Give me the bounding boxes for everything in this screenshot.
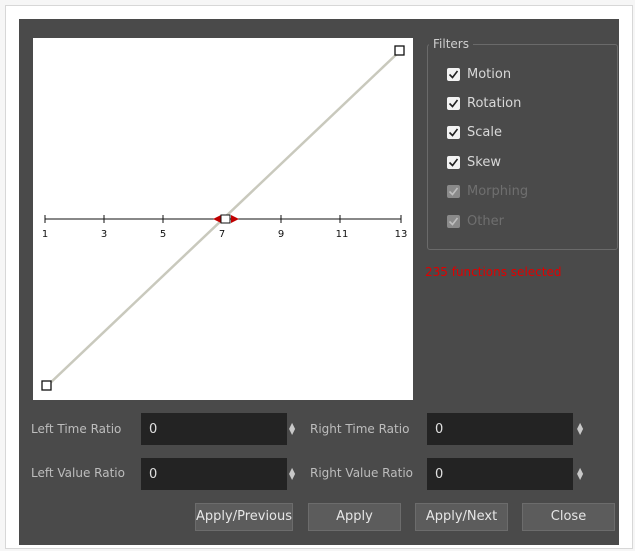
filter-label-morphing: Morphing xyxy=(467,184,529,199)
checkbox-skew[interactable] xyxy=(447,156,460,169)
left-ease-handle[interactable] xyxy=(213,215,221,223)
checkbox-motion[interactable] xyxy=(447,68,460,81)
checkbox-morphing xyxy=(447,185,460,198)
left-value-ratio-spinner-icon[interactable]: ▲ ▼ xyxy=(289,467,295,481)
ease-curve-svg: 1 3 5 7 9 11 13 xyxy=(41,45,408,391)
check-icon xyxy=(448,99,459,108)
right-time-ratio-label: Right Time Ratio xyxy=(310,422,410,436)
right-value-ratio-spinner-icon[interactable]: ▲ ▼ xyxy=(577,467,583,481)
filter-label-skew: Skew xyxy=(467,155,501,170)
filter-label-other: Other xyxy=(467,214,504,229)
current-frame-keyframe[interactable] xyxy=(220,214,231,224)
check-icon xyxy=(448,158,459,167)
close-button[interactable]: Close xyxy=(522,503,615,531)
left-value-ratio-input[interactable] xyxy=(141,458,287,490)
right-ease-handle[interactable] xyxy=(231,215,239,223)
axis-tick-label: 7 xyxy=(219,229,225,240)
right-value-ratio-label: Right Value Ratio xyxy=(310,466,413,480)
ease-curve-graph[interactable]: 1 3 5 7 9 11 13 xyxy=(33,38,413,400)
left-time-ratio-label: Left Time Ratio xyxy=(31,422,122,436)
filter-label-rotation: Rotation xyxy=(467,96,522,111)
checkbox-rotation[interactable] xyxy=(447,97,460,110)
check-icon xyxy=(448,217,459,226)
end-keyframe-point[interactable] xyxy=(394,45,405,56)
apply-next-button[interactable]: Apply/Next xyxy=(415,503,508,531)
right-time-ratio-input[interactable] xyxy=(427,413,573,445)
axis-tick-label: 5 xyxy=(160,229,166,240)
checkbox-other xyxy=(447,215,460,228)
axis-tick-label: 1 xyxy=(42,229,48,240)
filter-label-scale: Scale xyxy=(467,125,502,140)
axis-tick-label: 3 xyxy=(101,229,107,240)
filters-title: Filters xyxy=(429,37,473,51)
axis-tick-label: 13 xyxy=(395,229,408,240)
start-keyframe-point[interactable] xyxy=(41,380,52,391)
check-icon xyxy=(448,70,459,79)
functions-selected-status: 235 functions selected xyxy=(425,265,562,279)
right-time-ratio-spinner-icon[interactable]: ▲ ▼ xyxy=(577,422,583,436)
checkbox-scale[interactable] xyxy=(447,126,460,139)
left-value-ratio-label: Left Value Ratio xyxy=(31,466,125,480)
left-time-ratio-input[interactable] xyxy=(141,413,287,445)
apply-previous-button[interactable]: Apply/Previous xyxy=(195,503,293,531)
axis-tick-label: 11 xyxy=(336,229,349,240)
left-time-ratio-spinner-icon[interactable]: ▲ ▼ xyxy=(289,422,295,436)
filter-label-motion: Motion xyxy=(467,67,512,82)
check-icon xyxy=(448,187,459,196)
axis-tick-label: 9 xyxy=(278,229,284,240)
right-value-ratio-input[interactable] xyxy=(427,458,573,490)
check-icon xyxy=(448,128,459,137)
apply-button[interactable]: Apply xyxy=(308,503,401,531)
